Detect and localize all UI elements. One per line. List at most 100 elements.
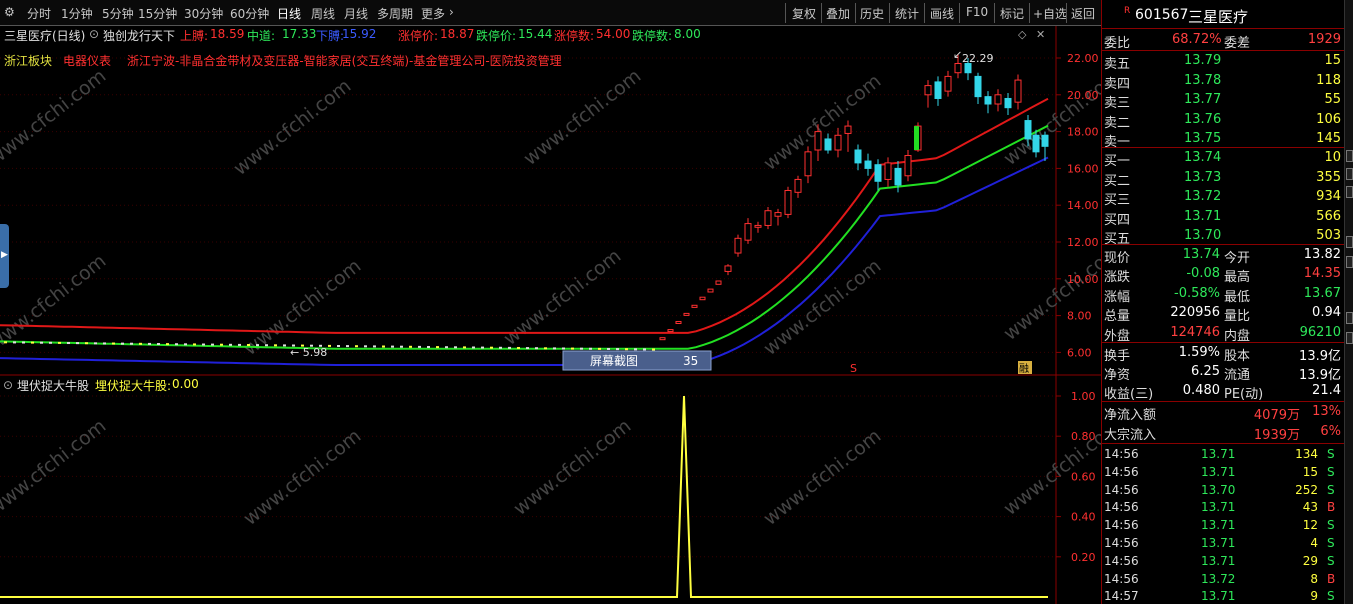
close-icon[interactable]: ✕ bbox=[1036, 28, 1045, 41]
tick-row[interactable]: 14:56 13.70 252 S bbox=[1102, 482, 1345, 499]
tab-5min[interactable]: 5分钟 bbox=[102, 5, 134, 22]
price-axis-label: 20.00 bbox=[1067, 89, 1099, 102]
toolstrip-button[interactable] bbox=[1346, 256, 1353, 268]
order-book-row[interactable]: 卖二 13.76 106 bbox=[1102, 111, 1345, 131]
order-book-row[interactable]: 买三 13.72 934 bbox=[1102, 188, 1345, 208]
mark-button[interactable]: 标记 bbox=[1000, 5, 1024, 22]
expand-left-handle[interactable]: ▶ bbox=[0, 224, 9, 288]
tab-fenshi[interactable]: 分时 bbox=[27, 5, 51, 22]
tab-15min[interactable]: 15分钟 bbox=[138, 5, 177, 22]
sector-concepts[interactable]: 浙江宁波-非晶合金带材及变压器-智能家居(交互终端)-基金管理公司-医院投资管理 bbox=[127, 52, 562, 69]
tick-side: B bbox=[1327, 571, 1336, 586]
candle bbox=[884, 157, 892, 187]
candle bbox=[675, 320, 682, 324]
high-price-annotation: 22.29 bbox=[962, 52, 994, 65]
candle bbox=[589, 347, 592, 350]
watermark: www.cfchi.com bbox=[0, 65, 110, 170]
tick-row[interactable]: 14:56 13.71 15 S bbox=[1102, 464, 1345, 481]
candle bbox=[247, 344, 250, 347]
mid-value: 17.33 bbox=[282, 27, 317, 41]
candle bbox=[112, 342, 115, 345]
tab-weekly[interactable]: 周线 bbox=[311, 5, 335, 22]
draw-line-button[interactable]: 画线 bbox=[930, 5, 954, 22]
tick-side: S bbox=[1327, 464, 1335, 479]
candle bbox=[391, 345, 394, 348]
tick-row[interactable]: 14:56 13.71 43 B bbox=[1102, 499, 1345, 516]
tick-row[interactable]: 14:57 13.71 9 S bbox=[1102, 588, 1345, 604]
candle bbox=[445, 346, 448, 349]
tab-multi-period[interactable]: 多周期 bbox=[377, 5, 413, 22]
toolstrip-button[interactable] bbox=[1346, 168, 1353, 180]
candle bbox=[472, 346, 475, 349]
tab-1min[interactable]: 1分钟 bbox=[61, 5, 93, 22]
order-book-row[interactable]: 卖四 13.78 118 bbox=[1102, 72, 1345, 92]
chevron-right-icon[interactable]: › bbox=[449, 5, 454, 19]
fuquan-button[interactable]: 复权 bbox=[792, 5, 816, 22]
indicator-name[interactable]: 独创龙行天下 bbox=[103, 27, 175, 44]
indicator-panel-name[interactable]: 埋伏捉大牛股 bbox=[17, 377, 89, 394]
back-button[interactable]: 返回 bbox=[1071, 5, 1095, 22]
indicator-axis-label: 0.80 bbox=[1071, 430, 1096, 443]
tick-time: 14:56 bbox=[1104, 553, 1139, 568]
candle bbox=[824, 133, 832, 154]
order-book-row[interactable]: 买一 13.74 10 bbox=[1102, 149, 1345, 169]
flow-label: 大宗流入 bbox=[1104, 427, 1157, 443]
tick-row[interactable]: 14:56 13.71 4 S bbox=[1102, 535, 1345, 552]
chevron-down-icon[interactable]: ⊙ bbox=[3, 378, 13, 392]
tab-60min[interactable]: 60分钟 bbox=[230, 5, 269, 22]
toolstrip-button[interactable] bbox=[1346, 332, 1353, 344]
order-volume: 10 bbox=[1324, 150, 1341, 165]
weicha-value: 1929 bbox=[1307, 32, 1341, 47]
watermark: www.cfchi.com bbox=[240, 425, 366, 530]
stat-label: 外盘 bbox=[1104, 328, 1131, 344]
toolstrip-button[interactable] bbox=[1346, 150, 1353, 162]
order-book-row[interactable]: 买四 13.71 566 bbox=[1102, 208, 1345, 228]
tick-time: 14:56 bbox=[1104, 500, 1139, 515]
candle bbox=[220, 343, 223, 346]
candle bbox=[346, 345, 349, 348]
candle bbox=[784, 186, 792, 219]
candle bbox=[607, 347, 610, 350]
f10-button[interactable]: F10 bbox=[966, 5, 988, 19]
tick-volume: 43 bbox=[1302, 500, 1318, 515]
sector-industry[interactable]: 电器仪表 bbox=[63, 52, 111, 69]
stock-code: 601567 bbox=[1135, 7, 1189, 23]
order-price: 13.78 bbox=[1184, 72, 1222, 88]
toolstrip-button[interactable] bbox=[1346, 312, 1353, 324]
overlay-button[interactable]: 叠加 bbox=[826, 5, 850, 22]
stat-value: 13.9亿 bbox=[1299, 368, 1341, 384]
lower-value: 15.92 bbox=[342, 27, 377, 41]
candle bbox=[157, 343, 160, 346]
indicator-chart[interactable]: www.cfchi.com www.cfchi.com www.cfchi.com w… bbox=[0, 376, 1101, 604]
tick-price: 13.71 bbox=[1201, 553, 1236, 568]
order-book-row[interactable]: 卖五 13.79 15 bbox=[1102, 52, 1345, 72]
settings-icon[interactable]: ⚙ bbox=[4, 5, 15, 19]
order-book-row[interactable]: 买二 13.73 355 bbox=[1102, 169, 1345, 189]
tab-monthly[interactable]: 月线 bbox=[344, 5, 368, 22]
candle bbox=[707, 288, 714, 293]
stats-button[interactable]: 统计 bbox=[895, 5, 919, 22]
tick-row[interactable]: 14:56 13.71 29 S bbox=[1102, 553, 1345, 570]
s-marker: S bbox=[850, 362, 857, 375]
tick-row[interactable]: 14:56 13.71 12 S bbox=[1102, 517, 1345, 534]
tick-row[interactable]: 14:56 13.72 8 B bbox=[1102, 571, 1345, 588]
order-book-row[interactable]: 卖三 13.77 55 bbox=[1102, 91, 1345, 111]
watermark: www.cfchi.com bbox=[1000, 240, 1101, 345]
toolstrip-button[interactable] bbox=[1346, 186, 1353, 198]
sector-region[interactable]: 浙江板块 bbox=[4, 52, 52, 69]
diamond-icon[interactable]: ◇ bbox=[1018, 28, 1027, 41]
kline-chart[interactable]: www.cfchi.com www.cfchi.com www.cfchi.com w… bbox=[0, 26, 1101, 376]
history-button[interactable]: 历史 bbox=[860, 5, 884, 22]
tab-more[interactable]: 更多 bbox=[421, 5, 445, 22]
tick-row[interactable]: 14:56 13.71 134 S bbox=[1102, 446, 1345, 463]
candle bbox=[580, 347, 583, 350]
tick-price: 13.71 bbox=[1201, 536, 1236, 550]
tab-30min[interactable]: 30分钟 bbox=[184, 5, 223, 22]
candle bbox=[526, 347, 529, 350]
chevron-down-icon[interactable]: ⊙ bbox=[89, 27, 99, 41]
order-level-label: 买四 bbox=[1104, 212, 1131, 228]
order-level-label: 卖三 bbox=[1104, 96, 1131, 111]
add-watchlist-button[interactable]: +自选 bbox=[1033, 5, 1067, 22]
toolstrip-button[interactable] bbox=[1346, 236, 1353, 248]
tab-daily[interactable]: 日线 bbox=[277, 5, 301, 22]
